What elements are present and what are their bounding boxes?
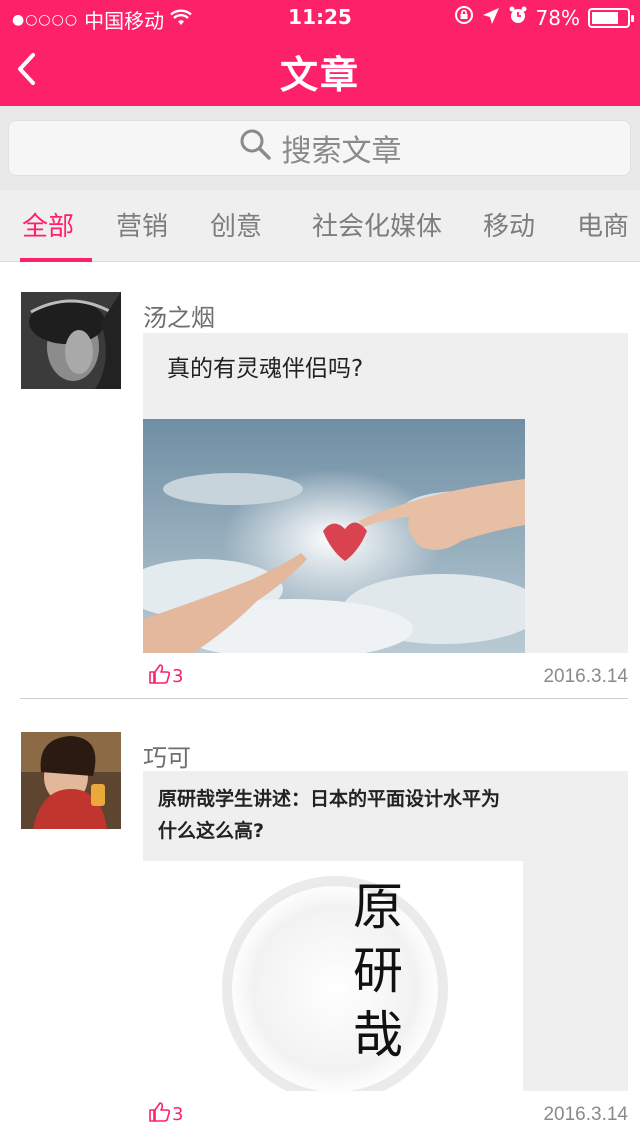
calligraphy-char: 原 [353, 878, 403, 936]
calligraphy-char: 哉 [353, 1006, 403, 1064]
status-bar: ●○○○○ 中国移动 11:25 78% [0, 0, 640, 34]
tab-creative[interactable]: 创意 [210, 206, 262, 262]
category-tabs: 全部 营销 创意 社会化媒体 移动 电商 [0, 190, 640, 262]
article-content[interactable]: 真的有灵魂伴侣吗? [143, 333, 628, 653]
search-placeholder: 搜索文章 [281, 134, 402, 169]
article-image[interactable] [143, 419, 525, 653]
search-area: 搜索文章 [0, 106, 640, 190]
article-content[interactable]: 原研哉学生讲述：日本的平面设计水平为 什么这么高? 原 研 哉 [143, 771, 628, 1091]
article-card[interactable]: 汤之烟 真的有灵魂伴侣吗? 3 2016.3.14 [0, 292, 640, 700]
article-title-line: 原研哉学生讲述：日本的平面设计水平为 [158, 788, 501, 810]
article-title-line: 什么这么高? [158, 820, 265, 842]
article-card[interactable]: 巧可 原研哉学生讲述：日本的平面设计水平为 什么这么高? 原 研 哉 3 201… [0, 732, 640, 1136]
calligraphy-char: 研 [353, 942, 403, 1000]
brand-calligraphy: 原 研 哉 [343, 875, 413, 1067]
like-count: 3 [172, 1104, 184, 1125]
post-date: 2016.3.14 [543, 666, 628, 687]
tab-mobile[interactable]: 移动 [483, 206, 535, 262]
tab-ecommerce[interactable]: 电商 [577, 206, 629, 262]
location-icon [482, 6, 500, 30]
app-header: ●○○○○ 中国移动 11:25 78% 文章 [0, 0, 640, 106]
like-button[interactable]: 3 [148, 1102, 183, 1127]
avatar[interactable] [21, 292, 121, 389]
thumbs-up-icon [148, 664, 171, 689]
author-name[interactable]: 汤之烟 [143, 298, 215, 333]
tab-social-media[interactable]: 社会化媒体 [312, 206, 442, 262]
tab-all[interactable]: 全部 [19, 206, 93, 262]
post-date: 2016.3.14 [543, 1104, 628, 1125]
alarm-icon [508, 5, 528, 30]
battery-percentage: 78% [535, 5, 580, 30]
search-icon [238, 127, 272, 169]
article-image[interactable]: 原 研 哉 [143, 861, 523, 1091]
tab-marketing[interactable]: 营销 [116, 206, 168, 262]
avatar[interactable] [21, 732, 121, 829]
page-title: 文章 [279, 53, 360, 97]
article-title[interactable]: 原研哉学生讲述：日本的平面设计水平为 什么这么高? [158, 783, 500, 847]
search-input[interactable]: 搜索文章 [8, 120, 631, 176]
thumbs-up-icon [148, 1102, 171, 1127]
like-button[interactable]: 3 [148, 664, 183, 689]
article-title[interactable]: 真的有灵魂伴侣吗? [167, 349, 363, 383]
author-name[interactable]: 巧可 [143, 738, 191, 773]
divider [20, 698, 628, 699]
rotation-lock-icon [454, 5, 474, 30]
battery-icon [588, 7, 634, 28]
like-count: 3 [172, 666, 184, 687]
